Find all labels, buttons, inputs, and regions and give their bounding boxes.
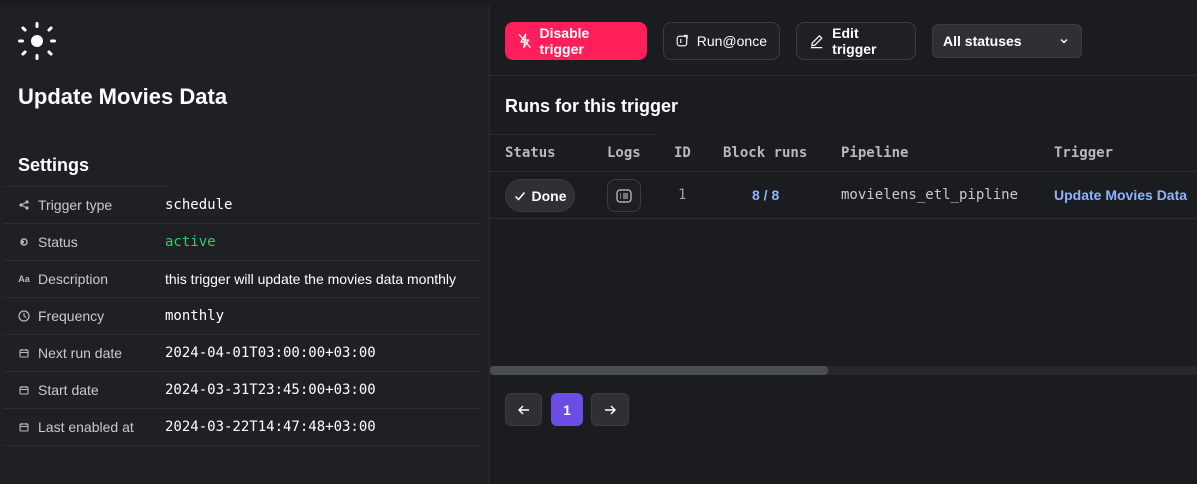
calendar-icon	[18, 347, 30, 359]
run-once-label: Run@once	[696, 33, 767, 49]
setting-row-frequency: Frequency monthly	[4, 298, 480, 335]
status-value: active	[165, 234, 216, 250]
column-header-id: ID	[674, 145, 691, 161]
disable-trigger-button[interactable]: Disable trigger	[505, 22, 647, 60]
horizontal-scrollbar[interactable]	[490, 366, 1197, 375]
setting-row-start-date: Start date 2024-03-31T23:45:00+03:00	[4, 372, 480, 409]
setting-label: Next run date	[38, 345, 123, 361]
settings-list: Trigger type schedule Status active Aa D…	[4, 187, 480, 446]
setting-label: Trigger type	[38, 197, 113, 213]
calendar-icon	[18, 421, 30, 433]
column-header-trigger: Trigger	[1054, 145, 1114, 161]
previous-page-button[interactable]	[505, 393, 542, 426]
run-once-button[interactable]: Run@once	[663, 22, 780, 60]
run-icon	[676, 34, 688, 47]
chevron-down-icon	[1060, 39, 1068, 44]
status-badge-label: Done	[531, 187, 567, 204]
arrow-right-icon	[605, 405, 616, 414]
table-row: Done 1 8 / 8 movielens_etl_pipline Updat…	[490, 172, 1197, 219]
panel-top-strip	[0, 0, 490, 6]
status-filter-select[interactable]: All statuses	[932, 24, 1082, 58]
setting-row-description: Aa Description this trigger will update …	[4, 261, 480, 298]
logs-icon	[616, 188, 632, 203]
setting-value: schedule	[165, 197, 233, 213]
setting-value: 2024-04-01T03:00:00+03:00	[165, 345, 376, 361]
runs-panel: Disable trigger Run@once Edit trigger Al…	[490, 0, 1197, 484]
setting-value: 2024-03-22T14:47:48+03:00	[165, 419, 376, 435]
column-header-status: Status	[505, 145, 556, 161]
setting-label: Start date	[38, 382, 99, 398]
status-badge[interactable]: Done	[505, 179, 575, 212]
app-root: Update Movies Data Settings Trigger type…	[0, 0, 1197, 484]
next-page-button[interactable]	[591, 393, 629, 426]
trigger-link[interactable]: Update Movies Data	[1054, 187, 1187, 203]
setting-row-status: Status active	[4, 224, 480, 261]
disable-trigger-label: Disable trigger	[539, 25, 590, 57]
status-icon	[18, 236, 30, 248]
arrow-left-icon	[517, 405, 529, 414]
logs-button[interactable]	[607, 179, 641, 212]
column-header-logs: Logs	[607, 145, 641, 161]
sun-icon	[18, 22, 56, 60]
setting-label: Description	[38, 271, 109, 287]
settings-heading: Settings	[18, 155, 90, 175]
calendar-icon	[18, 384, 30, 396]
run-id: 1	[678, 187, 687, 203]
clock-icon	[18, 310, 30, 322]
page-title: Update Movies Data	[18, 84, 228, 109]
trigger-detail-panel: Update Movies Data Settings Trigger type…	[0, 0, 490, 484]
setting-value: monthly	[165, 308, 225, 324]
setting-row-last-enabled-at: Last enabled at 2024-03-22T14:47:48+03:0…	[4, 409, 480, 446]
setting-label: Frequency	[38, 308, 105, 324]
setting-row-next-run-date: Next run date 2024-04-01T03:00:00+03:00	[4, 335, 480, 372]
edit-trigger-button[interactable]: Edit trigger	[796, 22, 916, 60]
page-button-current[interactable]: 1	[551, 393, 583, 426]
scrollbar-thumb[interactable]	[490, 366, 828, 375]
checkmark-icon	[514, 191, 525, 201]
block-runs-link[interactable]: 8 / 8	[752, 187, 779, 203]
column-header-block-runs: Block runs	[723, 145, 808, 161]
setting-label: Status	[38, 234, 78, 250]
runs-heading: Runs for this trigger	[505, 96, 679, 116]
setting-row-trigger-type: Trigger type schedule	[4, 187, 480, 224]
pencil-icon	[810, 35, 823, 49]
trigger-toolbar: Disable trigger Run@once Edit trigger Al…	[490, 6, 1197, 76]
lightning-off-icon	[518, 33, 532, 49]
setting-value: 2024-03-31T23:45:00+03:00	[165, 382, 376, 398]
pipeline-name: movielens_etl_pipline	[841, 187, 1019, 203]
setting-label: Last enabled at	[38, 419, 134, 435]
column-header-pipeline: Pipeline	[841, 145, 909, 161]
trigger-type-icon	[18, 199, 30, 211]
status-filter-value: All statuses	[943, 33, 1022, 49]
setting-value: this trigger will update the movies data…	[165, 271, 457, 287]
edit-trigger-label: Edit trigger	[832, 25, 877, 57]
runs-table-header: Status Logs ID Block runs Pipeline Trigg…	[490, 135, 1197, 172]
description-icon: Aa	[18, 274, 30, 284]
